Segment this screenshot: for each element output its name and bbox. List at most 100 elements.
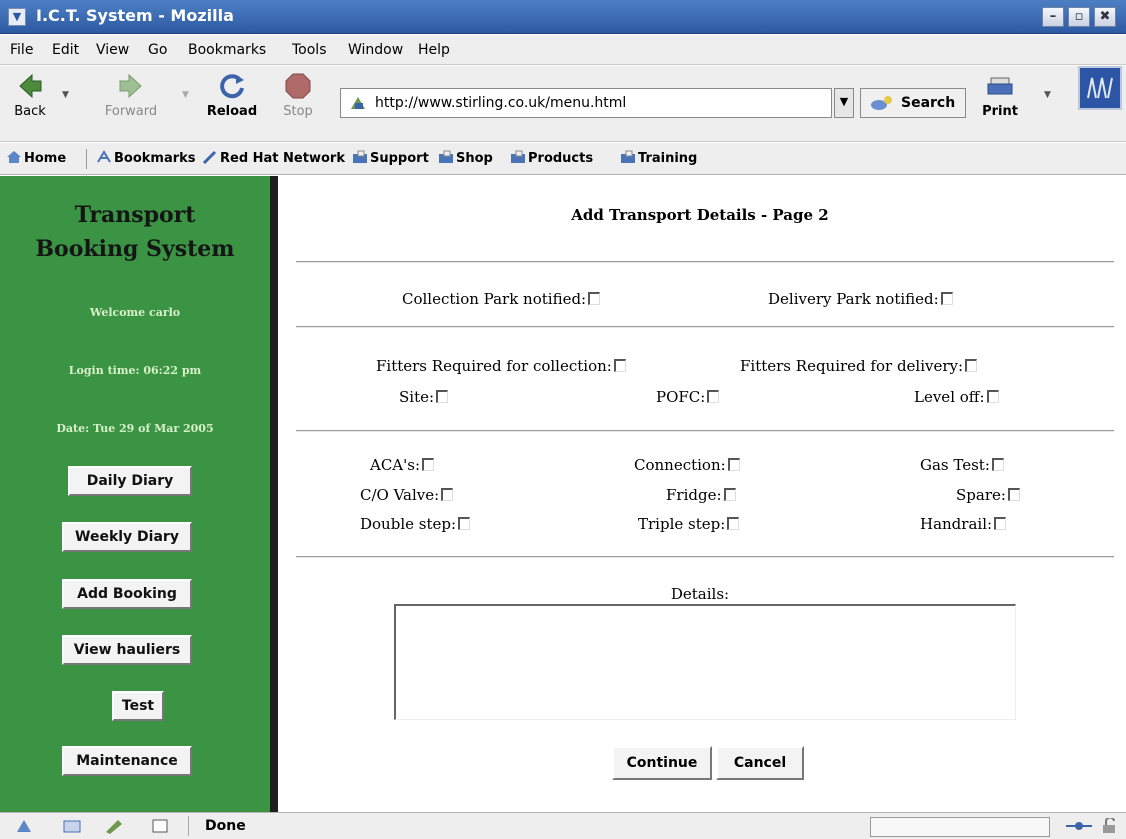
stop-button[interactable]: Stop — [276, 72, 320, 119]
delivery-park-checkbox[interactable] — [940, 292, 953, 305]
throbber-logo-icon[interactable] — [1078, 66, 1122, 110]
window-title: I.C.T. System - Mozilla — [36, 6, 234, 25]
level-off-field: Level off: — [914, 388, 999, 406]
support-folder[interactable]: Support — [352, 150, 429, 166]
menu-edit[interactable]: Edit — [52, 42, 79, 58]
minimize-icon[interactable]: – — [1042, 7, 1064, 27]
connection-checkbox[interactable] — [727, 458, 740, 471]
training-label: Training — [638, 151, 698, 166]
menu-help[interactable]: Help — [418, 42, 450, 58]
triple-step-checkbox[interactable] — [727, 517, 740, 530]
handrail-field: Handrail: — [920, 515, 1007, 533]
collection-park-checkbox[interactable] — [588, 292, 601, 305]
toolbar-separator — [86, 149, 87, 169]
back-history-dropdown-icon[interactable]: ▼ — [62, 90, 69, 100]
address-book-icon[interactable] — [150, 818, 170, 834]
bookmarks-link[interactable]: Bookmarks — [96, 150, 196, 166]
search-button[interactable]: Search — [860, 88, 966, 118]
home-label: Home — [24, 151, 67, 166]
gas-test-label: Gas Test: — [920, 456, 990, 474]
print-button[interactable]: Print — [978, 72, 1022, 119]
bookmarks-label: Bookmarks — [114, 151, 196, 166]
mail-icon[interactable] — [62, 818, 82, 834]
forward-history-dropdown-icon[interactable]: ▼ — [182, 90, 189, 100]
handrail-checkbox[interactable] — [994, 517, 1007, 530]
divider — [296, 430, 1114, 432]
print-dropdown-icon[interactable]: ▼ — [1044, 90, 1051, 100]
close-icon[interactable]: ✖ — [1094, 7, 1116, 27]
menu-bar: File Edit View Go Bookmarks Tools Window… — [0, 35, 1126, 65]
spare-label: Spare: — [956, 486, 1006, 504]
acas-field: ACA's: — [370, 456, 435, 474]
bookmark-link-icon — [202, 150, 217, 164]
products-label: Products — [528, 151, 594, 166]
print-label: Print — [982, 104, 1018, 119]
composer-icon[interactable] — [104, 818, 124, 834]
menu-view[interactable]: View — [96, 42, 129, 58]
maintenance-button[interactable]: Maintenance — [62, 746, 192, 776]
co-valve-checkbox[interactable] — [441, 488, 454, 501]
continue-button[interactable]: Continue — [612, 746, 712, 780]
online-status-icon[interactable] — [1064, 818, 1094, 834]
cancel-button[interactable]: Cancel — [716, 746, 804, 780]
printer-icon — [987, 77, 1013, 95]
url-dropdown-icon[interactable]: ▼ — [834, 88, 854, 118]
menu-bookmarks[interactable]: Bookmarks — [188, 42, 266, 58]
spare-field: Spare: — [956, 486, 1020, 504]
fitters-collection-checkbox[interactable] — [613, 359, 626, 372]
site-field: Site: — [399, 388, 449, 406]
mozilla-logo-icon — [1087, 77, 1113, 99]
fitters-delivery-checkbox[interactable] — [965, 359, 978, 372]
training-folder[interactable]: Training — [620, 150, 697, 166]
menu-window[interactable]: Window — [348, 42, 403, 58]
spare-checkbox[interactable] — [1007, 488, 1020, 501]
site-checkbox[interactable] — [436, 390, 449, 403]
view-hauliers-button[interactable]: View hauliers — [62, 635, 192, 665]
stop-icon — [285, 73, 311, 99]
folder-icon — [511, 150, 525, 163]
weekly-diary-button[interactable]: Weekly Diary — [62, 522, 192, 552]
red-hat-network-link[interactable]: Red Hat Network — [202, 150, 345, 166]
menu-go[interactable]: Go — [148, 42, 167, 58]
navigation-toolbar: Back ▼ Forward ▼ Reload Stop http://www.… — [0, 66, 1126, 142]
products-folder[interactable]: Products — [510, 150, 593, 166]
level-off-checkbox[interactable] — [986, 390, 999, 403]
url-bar[interactable]: http://www.stirling.co.uk/menu.html — [340, 88, 832, 118]
home-link[interactable]: Home — [6, 150, 66, 166]
triple-step-field: Triple step: — [638, 515, 740, 533]
details-textarea[interactable] — [394, 604, 1016, 720]
acas-checkbox[interactable] — [422, 458, 435, 471]
site-label: Site: — [399, 388, 435, 406]
main-form: Add Transport Details - Page 2 Collectio… — [286, 176, 1126, 812]
forward-button[interactable]: Forward — [98, 72, 164, 119]
collection-park-field: Collection Park notified: — [402, 290, 601, 308]
back-button[interactable]: Back — [8, 72, 52, 119]
double-step-checkbox[interactable] — [458, 517, 471, 530]
maximize-icon[interactable]: ▫ — [1068, 7, 1090, 27]
sidebar: Transport Booking System Welcome carlo L… — [0, 176, 278, 812]
window-menu-icon[interactable]: ▼ — [8, 8, 26, 26]
pofc-checkbox[interactable] — [707, 390, 720, 403]
reload-button[interactable]: Reload — [202, 72, 262, 119]
search-label: Search — [901, 95, 956, 111]
double-step-label: Double step: — [360, 515, 457, 533]
menu-tools[interactable]: Tools — [292, 42, 327, 58]
co-valve-field: C/O Valve: — [360, 486, 454, 504]
acas-label: ACA's: — [370, 456, 421, 474]
gas-test-checkbox[interactable] — [991, 458, 1004, 471]
stop-label: Stop — [283, 104, 313, 119]
menu-file[interactable]: File — [10, 42, 33, 58]
red-hat-network-label: Red Hat Network — [220, 151, 345, 166]
page-content: Transport Booking System Welcome carlo L… — [0, 176, 1126, 812]
navigator-icon[interactable] — [14, 818, 34, 834]
daily-diary-button[interactable]: Daily Diary — [68, 466, 192, 496]
level-off-label: Level off: — [914, 388, 985, 406]
shop-folder[interactable]: Shop — [438, 150, 493, 166]
current-date: Date: Tue 29 of Mar 2005 — [56, 422, 214, 435]
fridge-checkbox[interactable] — [723, 488, 736, 501]
security-lock-icon[interactable] — [1100, 818, 1120, 834]
folder-icon — [439, 150, 453, 163]
add-booking-button[interactable]: Add Booking — [62, 579, 192, 609]
fridge-field: Fridge: — [666, 486, 736, 504]
test-button[interactable]: Test — [112, 691, 164, 721]
